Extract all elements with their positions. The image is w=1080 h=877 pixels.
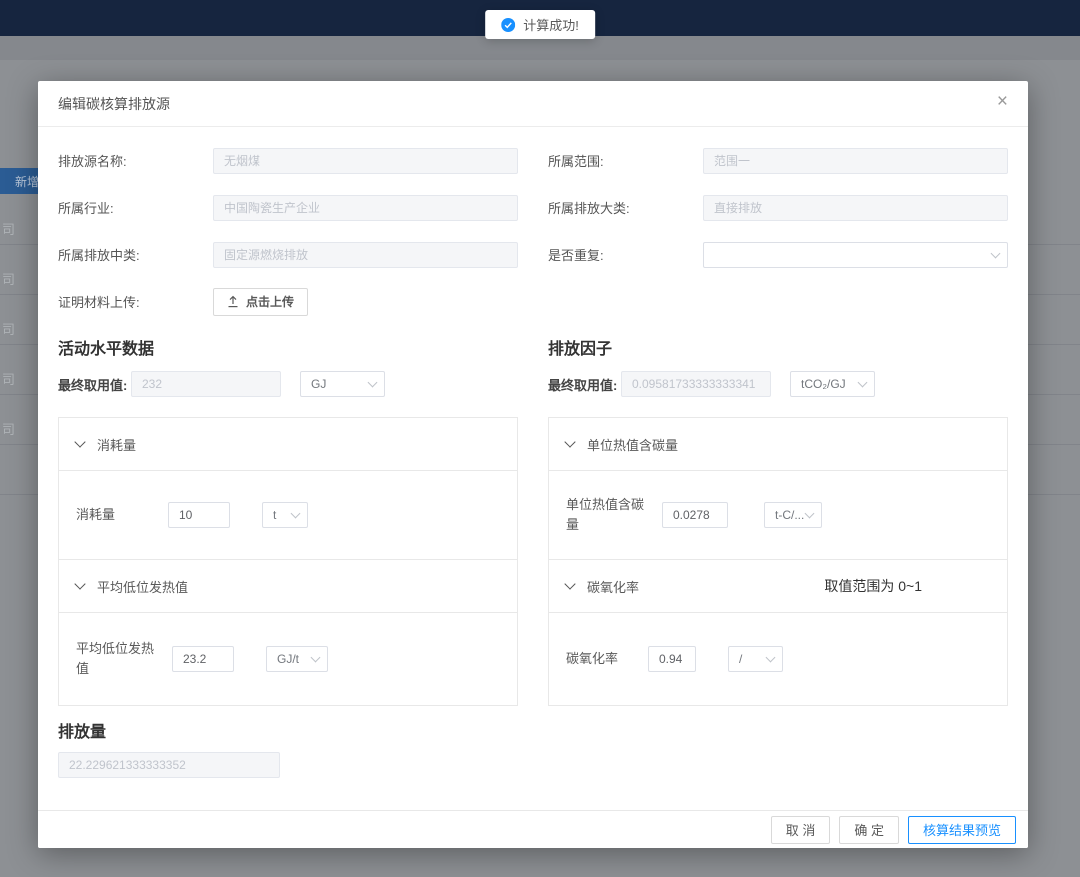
- activity-unit-value: GJ: [311, 377, 326, 391]
- calorific-row: 平均低位发热值 GJ/t: [59, 612, 517, 705]
- source-name-input[interactable]: [213, 148, 518, 174]
- confirm-button[interactable]: 确 定: [839, 816, 899, 844]
- activity-column: 活动水平数据 最终取用值: GJ 消耗量 消耗量: [58, 327, 518, 706]
- preview-result-button[interactable]: 核算结果预览: [908, 816, 1016, 844]
- chevron-down-icon: [858, 378, 868, 388]
- edit-emission-source-dialog: 编辑碳核算排放源 × 排放源名称: 所属范围: 所属行业: 所属排放大类: 所属…: [38, 81, 1028, 848]
- oxidation-unit-select[interactable]: /: [728, 646, 783, 672]
- factor-unit-value: tCO₂/GJ: [801, 377, 846, 391]
- oxidation-row: 碳氧化率 /: [549, 612, 1007, 705]
- consumption-panel-header[interactable]: 消耗量: [59, 418, 517, 471]
- dialog-footer: 取 消 确 定 核算结果预览: [38, 810, 1028, 848]
- chevron-down-icon: [74, 578, 85, 589]
- carbon-content-unit-select[interactable]: t-C/...: [764, 502, 822, 528]
- chevron-down-icon: [805, 509, 815, 519]
- industry-label: 所属行业:: [58, 198, 213, 217]
- calorific-label: 平均低位发热值: [76, 639, 154, 679]
- data-sections: 活动水平数据 最终取用值: GJ 消耗量 消耗量: [58, 327, 1008, 706]
- scope-label: 所属范围:: [548, 151, 703, 170]
- calorific-panel-title: 平均低位发热值: [97, 577, 188, 596]
- carbon-content-input[interactable]: [662, 502, 728, 528]
- major-category-input[interactable]: [703, 195, 1008, 221]
- chevron-down-icon: [766, 653, 776, 663]
- mid-category-label: 所属排放中类:: [58, 245, 213, 264]
- chevron-down-icon: [991, 248, 1001, 258]
- calorific-input[interactable]: [172, 646, 234, 672]
- basic-form: 排放源名称: 所属范围: 所属行业: 所属排放大类: 所属排放中类: 是否重复:: [58, 137, 1008, 325]
- consumption-panel-title: 消耗量: [97, 435, 136, 454]
- calorific-unit-value: GJ/t: [277, 652, 299, 666]
- scope-input[interactable]: [703, 148, 1008, 174]
- activity-panel: 消耗量 消耗量 t 平均低位发热值: [58, 417, 518, 706]
- source-name-label: 排放源名称:: [58, 151, 213, 170]
- chevron-down-icon: [74, 436, 85, 447]
- activity-final-input[interactable]: [131, 371, 281, 397]
- chevron-down-icon: [291, 509, 301, 519]
- activity-final-label: 最终取用值:: [58, 375, 131, 394]
- row-text-fragment: 司: [2, 419, 15, 438]
- consumption-unit-value: t: [273, 508, 276, 522]
- row-text-fragment: 司: [2, 269, 15, 288]
- factor-unit-select[interactable]: tCO₂/GJ: [790, 371, 875, 397]
- industry-input[interactable]: [213, 195, 518, 221]
- consumption-label: 消耗量: [76, 505, 154, 525]
- close-icon[interactable]: ×: [997, 92, 1008, 111]
- oxidation-input[interactable]: [648, 646, 696, 672]
- oxidation-panel-title: 碳氧化率: [587, 577, 639, 596]
- consumption-unit-select[interactable]: t: [262, 502, 308, 528]
- upload-icon: [227, 295, 239, 308]
- toast-message: 计算成功!: [523, 15, 579, 34]
- upload-button[interactable]: 点击上传: [213, 288, 308, 316]
- oxidation-range-note: 取值范围为 0~1: [824, 576, 990, 596]
- calorific-panel-header[interactable]: 平均低位发热值: [59, 560, 517, 613]
- cancel-button[interactable]: 取 消: [771, 816, 831, 844]
- check-circle-icon: [501, 18, 515, 32]
- row-text-fragment: 司: [2, 369, 15, 388]
- factor-final-input[interactable]: [621, 371, 771, 397]
- chevron-down-icon: [311, 653, 321, 663]
- chevron-down-icon: [368, 378, 378, 388]
- row-text-fragment: 司: [2, 219, 15, 238]
- chevron-down-icon: [564, 578, 575, 589]
- oxidation-panel-header[interactable]: 碳氧化率 取值范围为 0~1: [549, 560, 1007, 613]
- carbon-content-panel-title: 单位热值含碳量: [587, 435, 678, 454]
- carbon-content-panel-header[interactable]: 单位热值含碳量: [549, 418, 1007, 471]
- oxidation-label: 碳氧化率: [566, 649, 644, 669]
- factor-section-title: 排放因子: [548, 335, 1008, 359]
- dialog-header: 编辑碳核算排放源: [38, 81, 1028, 127]
- toast-success: 计算成功!: [485, 10, 595, 39]
- upload-button-label: 点击上传: [246, 293, 294, 310]
- consumption-input[interactable]: [168, 502, 230, 528]
- carbon-content-row: 单位热值含碳量 t-C/...: [549, 471, 1007, 560]
- upload-label: 证明材料上传:: [58, 292, 213, 311]
- carbon-content-label: 单位热值含碳量: [566, 495, 644, 535]
- duplicate-select[interactable]: [703, 242, 1008, 268]
- factor-final-label: 最终取用值:: [548, 375, 621, 394]
- oxidation-unit-value: /: [739, 652, 742, 666]
- activity-unit-select[interactable]: GJ: [300, 371, 385, 397]
- factor-panel: 单位热值含碳量 单位热值含碳量 t-C/... 碳氧化率 取值范围为 0~1: [548, 417, 1008, 706]
- calorific-unit-select[interactable]: GJ/t: [266, 646, 328, 672]
- carbon-content-unit-value: t-C/...: [775, 508, 804, 522]
- emission-title: 排放量: [58, 718, 1008, 742]
- consumption-row: 消耗量 t: [59, 471, 517, 560]
- major-category-label: 所属排放大类:: [548, 198, 703, 217]
- emission-block: 排放量: [58, 718, 1008, 778]
- chevron-down-icon: [564, 436, 575, 447]
- factor-column: 排放因子 最终取用值: tCO₂/GJ 单位热值含碳量 单位热值含碳量: [548, 327, 1008, 706]
- activity-section-title: 活动水平数据: [58, 335, 518, 359]
- emission-input[interactable]: [58, 752, 280, 778]
- duplicate-label: 是否重复:: [548, 245, 703, 264]
- dialog-title: 编辑碳核算排放源: [58, 94, 170, 114]
- row-text-fragment: 司: [2, 319, 15, 338]
- mid-category-input[interactable]: [213, 242, 518, 268]
- dialog-body: 排放源名称: 所属范围: 所属行业: 所属排放大类: 所属排放中类: 是否重复:: [38, 127, 1028, 778]
